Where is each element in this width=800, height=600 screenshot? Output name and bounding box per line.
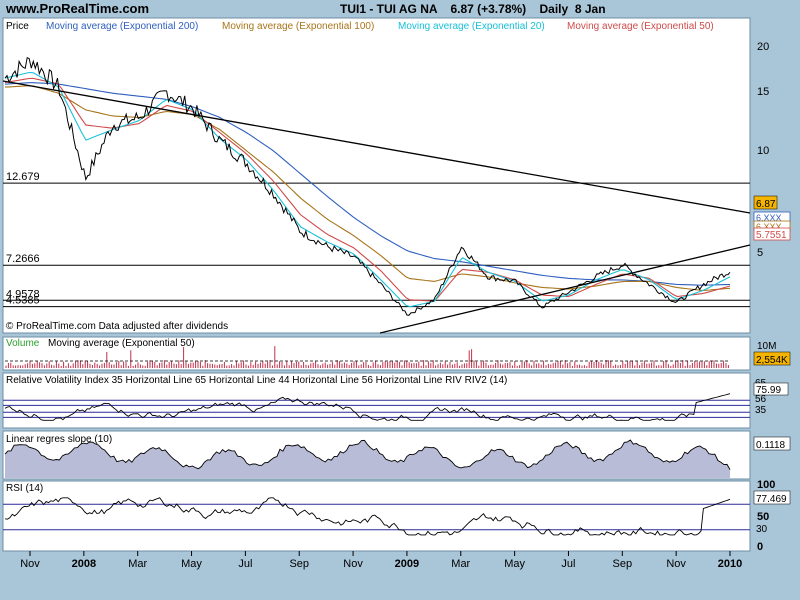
hline-label-1: 7.2666 <box>6 253 40 265</box>
legend-ema100: Moving average (Exponential 100) <box>222 21 374 32</box>
legend-volume: Volume <box>6 338 40 349</box>
legend-ema200: Moving average (Exponential 200) <box>46 21 198 32</box>
ytick-5: 5 <box>757 247 763 259</box>
x-label-7: 2009 <box>395 558 419 570</box>
price-value-tags: 6.87 6.XXX 6.XXX 5.7551 <box>753 195 791 241</box>
x-axis: Nov 2008 Mar May Jul Sep Nov 2009 Mar May Jul Sep No… <box>20 551 742 570</box>
rsi-ytick-0: 0 <box>757 541 763 553</box>
chart-svg: Price Moving average (Exponential 200) M… <box>2 17 791 570</box>
slope-value: 0.1118 <box>756 440 786 451</box>
x-label-3: May <box>181 558 202 570</box>
x-label-5: Sep <box>289 558 309 570</box>
x-label-12: Nov <box>666 558 686 570</box>
legend-price: Price <box>6 21 29 32</box>
rvi-panel: Relative Volatility Index 35 Horizontal … <box>2 372 789 429</box>
last-price-value: 6.87 <box>756 199 776 210</box>
ema50-value: 5.7551 <box>756 230 787 241</box>
x-label-2: Mar <box>128 558 147 570</box>
x-label-6: Nov <box>343 558 363 570</box>
x-label-4: Jul <box>238 558 252 570</box>
x-label-1: 2008 <box>72 558 96 570</box>
rsi-panel: RSI (14) 100 50 0 77.469 30 <box>2 479 791 553</box>
price-panel: Price Moving average (Exponential 200) M… <box>2 17 791 334</box>
volume-panel: Volume Moving average (Exponential 50) 1… <box>2 336 791 371</box>
hline-label-3: 4.5385 <box>6 295 40 307</box>
rsi-value: 77.469 <box>756 494 787 505</box>
rsi-tag-30: 30 <box>756 524 768 535</box>
ytick-10: 10 <box>757 145 769 157</box>
rvi-tag-35: 35 <box>755 405 767 416</box>
legend-slope: Linear regres slope (10) <box>6 434 112 445</box>
x-label-9: May <box>504 558 525 570</box>
ytick-20: 20 <box>757 41 769 53</box>
legend-ema20: Moving average (Exponential 20) <box>398 21 545 32</box>
hline-label-0: 12.679 <box>6 171 40 183</box>
price-panel-bg <box>2 17 751 334</box>
x-label-13: 2010 <box>718 558 742 570</box>
x-label-8: Mar <box>451 558 470 570</box>
x-label-11: Sep <box>613 558 633 570</box>
x-label-0: Nov <box>20 558 40 570</box>
legend-volume-ema: Moving average (Exponential 50) <box>48 338 195 349</box>
slope-panel: Linear regres slope (10) 0.1118 <box>2 430 791 480</box>
legend-rsi: RSI (14) <box>6 483 43 494</box>
copyright-note: © ProRealTime.com Data adjusted after di… <box>6 321 228 332</box>
volume-value: 2,554K <box>756 355 788 366</box>
x-label-10: Jul <box>561 558 575 570</box>
rsi-ytick-100: 100 <box>757 479 775 491</box>
legend-ema50: Moving average (Exponential 50) <box>567 21 714 32</box>
ytick-15: 15 <box>757 86 769 98</box>
volume-ytick: 10M <box>757 341 776 352</box>
rvi-tag-56: 56 <box>755 394 767 405</box>
legend-rvi: Relative Volatility Index 35 Horizontal … <box>6 375 507 386</box>
rsi-ytick-50: 50 <box>757 511 769 523</box>
